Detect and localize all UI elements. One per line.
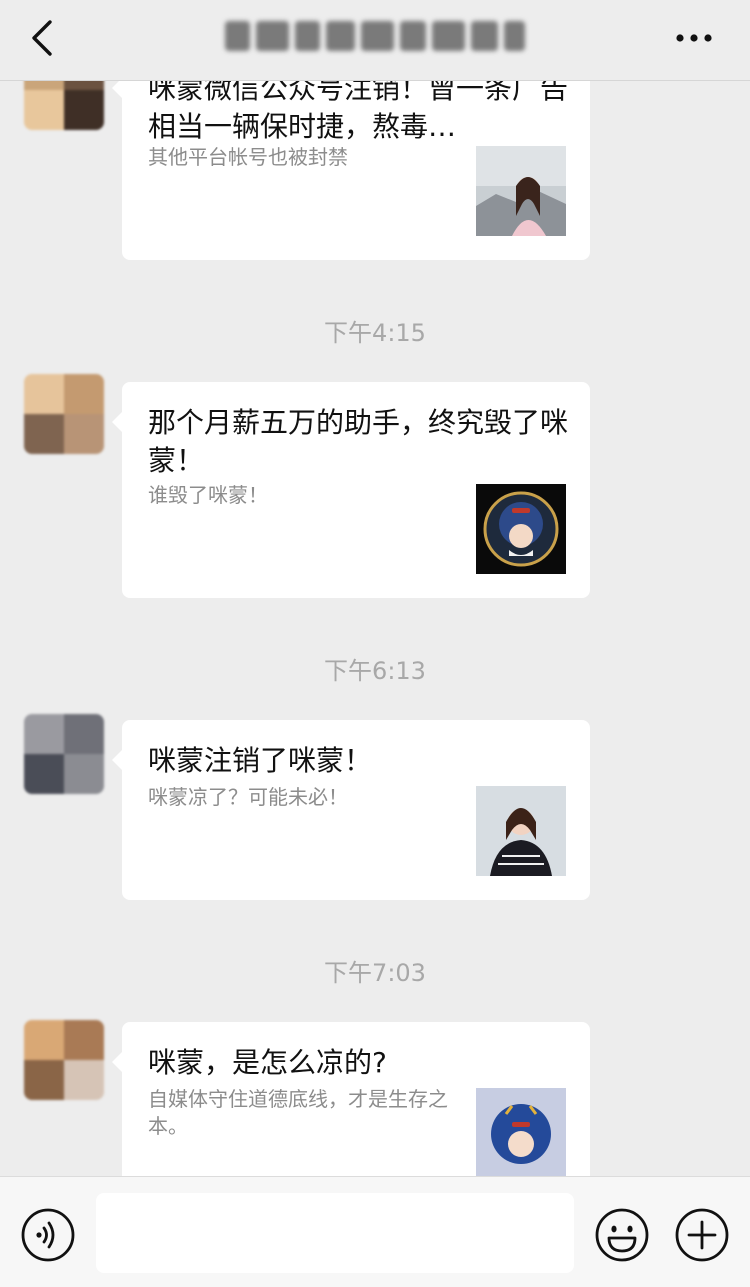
timestamp: 下午7:03 — [324, 959, 426, 987]
voice-icon[interactable] — [20, 1207, 76, 1263]
chat-area[interactable]: 咪蒙微信公众号注销！曾一条广告相当一辆保时捷，熬毒… 其他平台帐号也被封禁 下午… — [0, 0, 750, 1176]
sender-avatar[interactable] — [24, 374, 104, 454]
article-thumbnail — [476, 146, 566, 236]
article-thumbnail — [476, 484, 566, 574]
sender-avatar[interactable] — [24, 1020, 104, 1100]
article-title: 咪蒙微信公众号注销！曾一条广告相当一辆保时捷，熬毒… — [148, 72, 569, 143]
article-thumbnail — [476, 786, 566, 876]
sender-avatar[interactable] — [24, 714, 104, 794]
article-summary: 咪蒙凉了？可能未必！ — [148, 785, 348, 809]
article-card[interactable]: 咪蒙注销了咪蒙！ 咪蒙凉了？可能未必！ — [112, 720, 590, 900]
bubble-tail — [112, 750, 122, 770]
timestamp: 下午4:15 — [324, 319, 426, 347]
bubble-tail — [112, 1052, 122, 1072]
emoji-icon[interactable] — [594, 1207, 650, 1263]
bubble-tail — [112, 78, 122, 98]
composer-bar — [0, 1176, 750, 1287]
article-card[interactable]: 咪蒙，是怎么凉的? 自媒体守住道德底线，才是生存之本。 — [112, 1022, 590, 1176]
timestamp: 下午6:13 — [324, 657, 426, 685]
bubble-tail — [112, 412, 122, 432]
article-title: 咪蒙注销了咪蒙！ — [148, 744, 373, 777]
article-title: 那个月薪五万的助手，终究毁了咪蒙！ — [148, 406, 569, 477]
article-summary: 其他平台帐号也被封禁 — [148, 145, 348, 169]
article-summary: 自媒体守住道德底线，才是生存之本。 — [148, 1087, 448, 1138]
message-input[interactable] — [96, 1193, 574, 1273]
article-thumbnail — [476, 1088, 566, 1176]
article-summary: 谁毁了咪蒙！ — [148, 483, 268, 507]
more-horizontal-icon[interactable] — [674, 30, 714, 46]
navigation-bar — [0, 0, 750, 81]
chevron-left-icon[interactable] — [28, 18, 60, 58]
chat-title-redacted — [225, 18, 526, 54]
article-card[interactable]: 那个月薪五万的助手，终究毁了咪蒙！ 谁毁了咪蒙！ — [112, 382, 590, 598]
article-title: 咪蒙，是怎么凉的? — [148, 1046, 387, 1079]
plus-icon[interactable] — [674, 1207, 730, 1263]
